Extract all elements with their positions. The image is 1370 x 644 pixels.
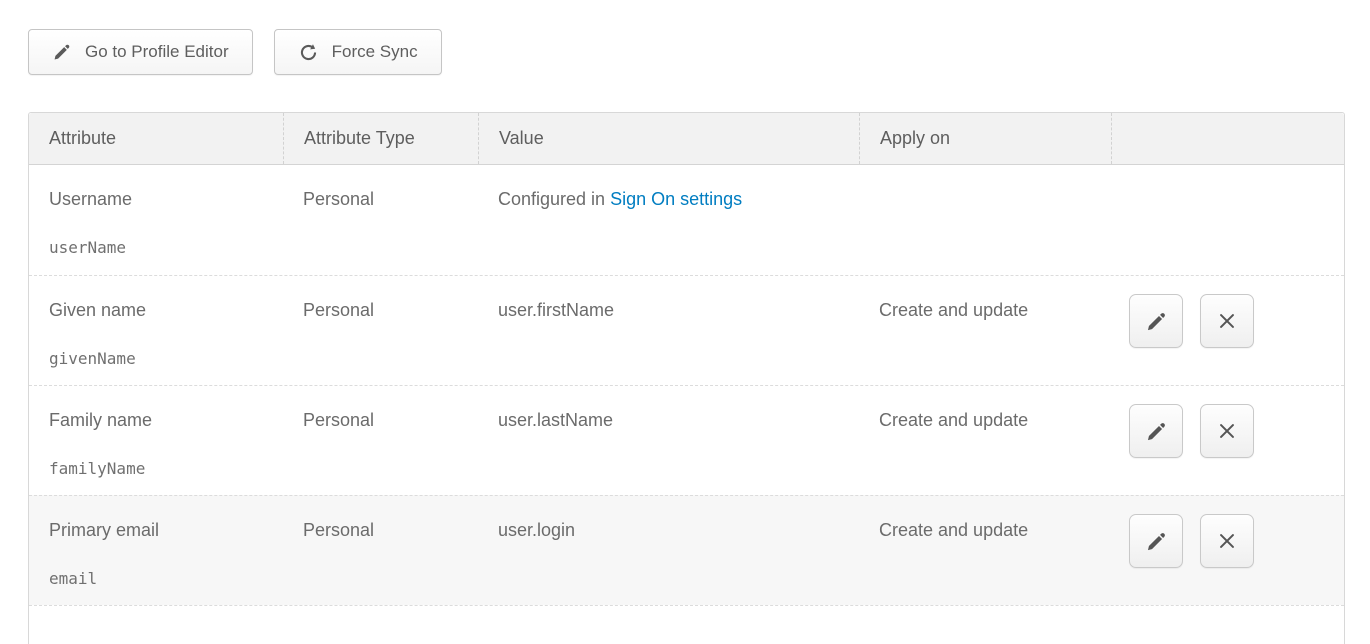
partial-next-row [29, 605, 1344, 644]
value-cell: user.firstName [478, 276, 859, 385]
attribute-type-cell: Personal [283, 276, 478, 385]
edit-attribute-button[interactable] [1129, 404, 1183, 458]
attribute-type-text: Personal [303, 410, 374, 430]
close-icon [1216, 310, 1238, 332]
attribute-cell: Primary email email [29, 496, 283, 605]
table-row: Username userName Personal Configured in… [29, 165, 1344, 275]
actions-cell [1111, 386, 1344, 495]
attribute-label: Username [49, 189, 269, 211]
attribute-variable-name: email [49, 569, 269, 588]
apply-on-text: Create and update [879, 520, 1028, 540]
attribute-variable-name: userName [49, 238, 269, 257]
force-sync-label: Force Sync [332, 42, 418, 62]
attribute-type-cell: Personal [283, 165, 478, 275]
table-body: Username userName Personal Configured in… [29, 165, 1344, 605]
attribute-variable-name: givenName [49, 349, 269, 368]
value-text: user.login [498, 520, 575, 540]
delete-attribute-button[interactable] [1200, 294, 1254, 348]
edit-attribute-button[interactable] [1129, 294, 1183, 348]
edit-attribute-button[interactable] [1129, 514, 1183, 568]
value-cell: Configured in Sign On settings [478, 165, 859, 275]
attribute-type-text: Personal [303, 300, 374, 320]
value-cell: user.login [478, 496, 859, 605]
actions-cell [1111, 496, 1344, 605]
value-text: user.lastName [498, 410, 613, 430]
attribute-variable-name: familyName [49, 459, 269, 478]
attribute-type-cell: Personal [283, 496, 478, 605]
close-icon [1216, 530, 1238, 552]
column-header-actions [1111, 113, 1344, 164]
apply-on-cell: Create and update [859, 496, 1111, 605]
apply-on-cell [859, 165, 1111, 275]
delete-attribute-button[interactable] [1200, 404, 1254, 458]
column-header-apply-on: Apply on [859, 113, 1111, 164]
go-to-profile-editor-button[interactable]: Go to Profile Editor [28, 29, 253, 75]
apply-on-cell: Create and update [859, 276, 1111, 385]
apply-on-cell: Create and update [859, 386, 1111, 495]
value-text: user.firstName [498, 300, 614, 320]
attribute-type-text: Personal [303, 189, 374, 209]
attribute-mapping-table: Attribute Attribute Type Value Apply on … [28, 112, 1345, 644]
refresh-icon [298, 42, 319, 63]
sign-on-settings-link[interactable]: Sign On settings [610, 189, 742, 209]
pencil-icon [52, 42, 72, 62]
toolbar: Go to Profile Editor Force Sync [0, 0, 1370, 75]
attribute-label: Primary email [49, 520, 269, 542]
pencil-icon [1145, 530, 1168, 553]
pencil-icon [1145, 420, 1168, 443]
delete-attribute-button[interactable] [1200, 514, 1254, 568]
attribute-cell: Family name familyName [29, 386, 283, 495]
value-prefix-text: Configured in [498, 189, 610, 209]
close-icon [1216, 420, 1238, 442]
column-header-attribute-type: Attribute Type [283, 113, 478, 164]
column-header-value: Value [478, 113, 859, 164]
table-row: Primary email email Personal user.login … [29, 495, 1344, 605]
attribute-label: Family name [49, 410, 269, 432]
table-row: Family name familyName Personal user.las… [29, 385, 1344, 495]
table-header-row: Attribute Attribute Type Value Apply on [29, 113, 1344, 165]
attribute-label: Given name [49, 300, 269, 322]
column-header-attribute: Attribute [29, 113, 283, 164]
apply-on-text: Create and update [879, 300, 1028, 320]
attribute-cell: Given name givenName [29, 276, 283, 385]
actions-cell [1111, 165, 1344, 275]
table-row: Given name givenName Personal user.first… [29, 275, 1344, 385]
force-sync-button[interactable]: Force Sync [274, 29, 442, 75]
actions-cell [1111, 276, 1344, 385]
attribute-cell: Username userName [29, 165, 283, 275]
go-to-profile-editor-label: Go to Profile Editor [85, 42, 229, 62]
value-cell: user.lastName [478, 386, 859, 495]
attribute-type-cell: Personal [283, 386, 478, 495]
pencil-icon [1145, 310, 1168, 333]
attribute-type-text: Personal [303, 520, 374, 540]
apply-on-text: Create and update [879, 410, 1028, 430]
